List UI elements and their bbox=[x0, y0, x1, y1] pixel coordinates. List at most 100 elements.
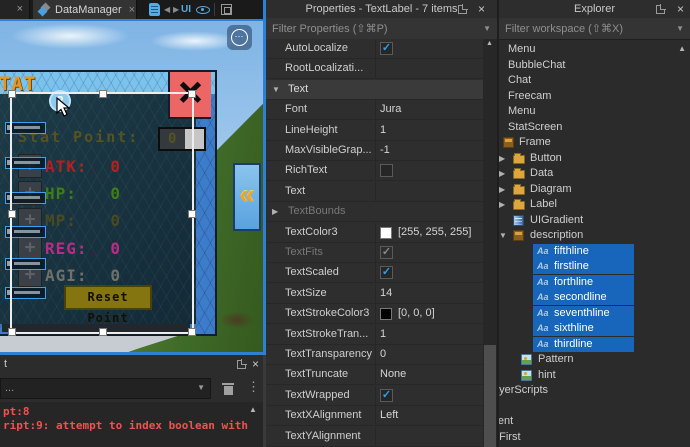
property-row-TextFits[interactable]: TextFits ✓ bbox=[266, 243, 483, 263]
more-options-button[interactable]: ⋯ bbox=[227, 25, 252, 50]
drag-handle[interactable] bbox=[8, 328, 16, 336]
property-row-TextScaled[interactable]: TextScaled ✓ bbox=[266, 263, 483, 284]
popout-icon[interactable] bbox=[458, 4, 468, 14]
drag-handle[interactable] bbox=[8, 90, 16, 98]
ui-selection-rect[interactable] bbox=[8, 90, 196, 336]
tree-item-Diagram[interactable]: ▶ Diagram bbox=[499, 182, 690, 198]
checkbox-checked[interactable]: ✓ bbox=[380, 266, 393, 280]
checkbox-checked[interactable]: ✓ bbox=[380, 246, 393, 259]
property-value[interactable]: 1 bbox=[380, 124, 386, 136]
tab-datamanager[interactable]: DataManager × bbox=[33, 0, 137, 19]
color-swatch[interactable] bbox=[380, 226, 392, 239]
drag-handle[interactable] bbox=[188, 210, 196, 218]
tree-item-description[interactable]: ▼ description bbox=[499, 228, 690, 244]
tree-item-dFirst[interactable]: dFirst bbox=[499, 430, 690, 446]
property-row-LineHeight[interactable]: LineHeight 1 bbox=[266, 120, 483, 141]
checkbox-checked[interactable]: ✓ bbox=[380, 388, 393, 402]
property-value[interactable]: [0, 0, 0] bbox=[398, 307, 435, 319]
property-row-MaxVisibleGrap[interactable]: MaxVisibleGrap... -1 bbox=[266, 141, 483, 161]
scrollbar-thumb[interactable] bbox=[484, 345, 496, 447]
drag-handle[interactable] bbox=[99, 90, 107, 98]
tree-item-ayerScripts[interactable]: ayerScripts bbox=[499, 383, 690, 399]
drag-handle[interactable] bbox=[188, 90, 196, 98]
scroll-up-icon[interactable]: ▲ bbox=[678, 44, 686, 53]
property-value[interactable]: [255, 255, 255] bbox=[398, 226, 471, 238]
tree-item-Pattern[interactable]: Pattern bbox=[499, 352, 690, 368]
property-row-TextTruncate[interactable]: TextTruncate None bbox=[266, 365, 483, 386]
property-value[interactable]: 0 bbox=[380, 348, 386, 360]
tab-partial[interactable]: × bbox=[0, 0, 30, 19]
property-row-RootLocalizati[interactable]: RootLocalizati... bbox=[266, 59, 483, 80]
tree-item-Chat[interactable]: Chat bbox=[499, 73, 690, 89]
tree-item-hint[interactable]: hint bbox=[499, 368, 690, 384]
property-row-Text[interactable]: ▼ Text bbox=[266, 79, 483, 100]
property-row-TextWrapped[interactable]: TextWrapped ✓ bbox=[266, 385, 483, 406]
property-value[interactable]: 14 bbox=[380, 287, 392, 299]
property-row-Text[interactable]: Text bbox=[266, 181, 483, 202]
chevron-right-icon[interactable]: ▶ bbox=[499, 182, 505, 198]
chevron-right-icon[interactable]: ▶ bbox=[272, 207, 278, 216]
tree-item-Freecam[interactable]: Freecam bbox=[499, 89, 690, 105]
property-row-TextTransparency[interactable]: TextTransparency 0 bbox=[266, 345, 483, 365]
tree-item-firstline[interactable]: Aa firstline bbox=[499, 259, 690, 275]
tree-item-thirdline[interactable]: Aa thirdline bbox=[499, 336, 690, 353]
output-log[interactable]: pt:8 ript:9: attempt to index boolean wit… bbox=[0, 402, 263, 447]
sidebar-collapse-button[interactable]: « bbox=[233, 163, 261, 231]
property-row-TextBounds[interactable]: ▶ TextBounds bbox=[266, 202, 483, 223]
tree-item-secondline[interactable]: Aa secondline bbox=[499, 290, 690, 306]
scroll-up-icon[interactable]: ▲ bbox=[249, 405, 257, 414]
tree-item-UIGradient[interactable]: UIGradient bbox=[499, 213, 690, 229]
properties-filter-input[interactable]: Filter Properties (⇧⌘P) ▼ bbox=[266, 18, 497, 40]
tab-close-icon[interactable]: × bbox=[17, 3, 23, 15]
scroll-up-icon[interactable]: ▲ bbox=[486, 40, 493, 47]
nav-forward-icon[interactable]: ▶ bbox=[173, 0, 179, 19]
nav-back-icon[interactable]: ◀ bbox=[164, 0, 170, 19]
property-row-AutoLocalize[interactable]: AutoLocalize ✓ bbox=[266, 39, 483, 59]
chevron-right-icon[interactable]: ▶ bbox=[499, 151, 505, 167]
properties-scrollbar[interactable]: ▲ bbox=[483, 39, 497, 447]
color-swatch[interactable] bbox=[380, 308, 392, 321]
window-layout-icon[interactable] bbox=[221, 4, 232, 15]
close-icon[interactable]: × bbox=[252, 358, 259, 370]
property-row-TextXAlignment[interactable]: TextXAlignment Left bbox=[266, 406, 483, 427]
tree-item-lient[interactable]: lient bbox=[499, 414, 690, 430]
property-row-RichText[interactable]: RichText bbox=[266, 161, 483, 182]
tab-close-icon[interactable]: × bbox=[129, 4, 135, 16]
checkbox-checked[interactable]: ✓ bbox=[380, 42, 393, 55]
tree-item-seventhline[interactable]: Aa seventhline bbox=[499, 305, 690, 322]
tree-item-StatScreen[interactable]: StatScreen bbox=[499, 120, 690, 136]
game-viewport[interactable]: TAT × ? Stat Point: 0 +ATK:0+HP:0+MP:0+R… bbox=[0, 19, 263, 355]
tree-item-Button[interactable]: ▶ Button bbox=[499, 151, 690, 167]
chevron-down-icon[interactable]: ▼ bbox=[499, 228, 507, 244]
tree-item-fifthline[interactable]: Aa fifthline bbox=[499, 243, 690, 260]
tree-item-Data[interactable]: ▶ Data bbox=[499, 166, 690, 182]
script-icon[interactable] bbox=[149, 3, 160, 16]
chevron-right-icon[interactable]: ▶ bbox=[499, 166, 505, 182]
checkbox-unchecked[interactable] bbox=[380, 164, 393, 178]
explorer-filter-input[interactable]: Filter workspace (⇧⌘X) ▼ bbox=[499, 18, 690, 40]
tree-item-Menu[interactable]: Menu bbox=[499, 42, 690, 58]
popout-icon[interactable] bbox=[237, 359, 247, 369]
drag-handle[interactable] bbox=[8, 210, 16, 218]
chevron-right-icon[interactable]: ▶ bbox=[499, 197, 505, 213]
tree-item-Frame[interactable]: Frame bbox=[499, 135, 690, 151]
eye-icon[interactable] bbox=[196, 6, 210, 14]
chevron-down-icon[interactable]: ▼ bbox=[272, 85, 280, 94]
tree-item-Label[interactable]: ▶ Label bbox=[499, 197, 690, 213]
drag-handle[interactable] bbox=[99, 328, 107, 336]
output-filter-dropdown[interactable]: ... ▼ bbox=[0, 378, 211, 399]
property-value[interactable]: 1 bbox=[380, 328, 386, 340]
property-value[interactable]: -1 bbox=[380, 144, 390, 156]
popout-icon[interactable] bbox=[656, 4, 666, 14]
property-row-TextStrokeColor3[interactable]: TextStrokeColor3 [0, 0, 0] bbox=[266, 304, 483, 325]
clear-output-icon[interactable] bbox=[222, 380, 234, 395]
close-icon[interactable]: × bbox=[478, 3, 485, 15]
property-value[interactable]: Left bbox=[380, 409, 398, 421]
kebab-menu-icon[interactable]: ⋮ bbox=[247, 379, 260, 395]
drag-handle[interactable] bbox=[188, 328, 196, 336]
property-row-TextColor3[interactable]: TextColor3 [255, 255, 255] bbox=[266, 222, 483, 243]
property-row-TextStrokeTran[interactable]: TextStrokeTran... 1 bbox=[266, 324, 483, 345]
tree-item-hidden[interactable] bbox=[499, 399, 690, 415]
ui-toggle-label[interactable]: UI bbox=[181, 0, 191, 19]
property-row-TextSize[interactable]: TextSize 14 bbox=[266, 283, 483, 304]
